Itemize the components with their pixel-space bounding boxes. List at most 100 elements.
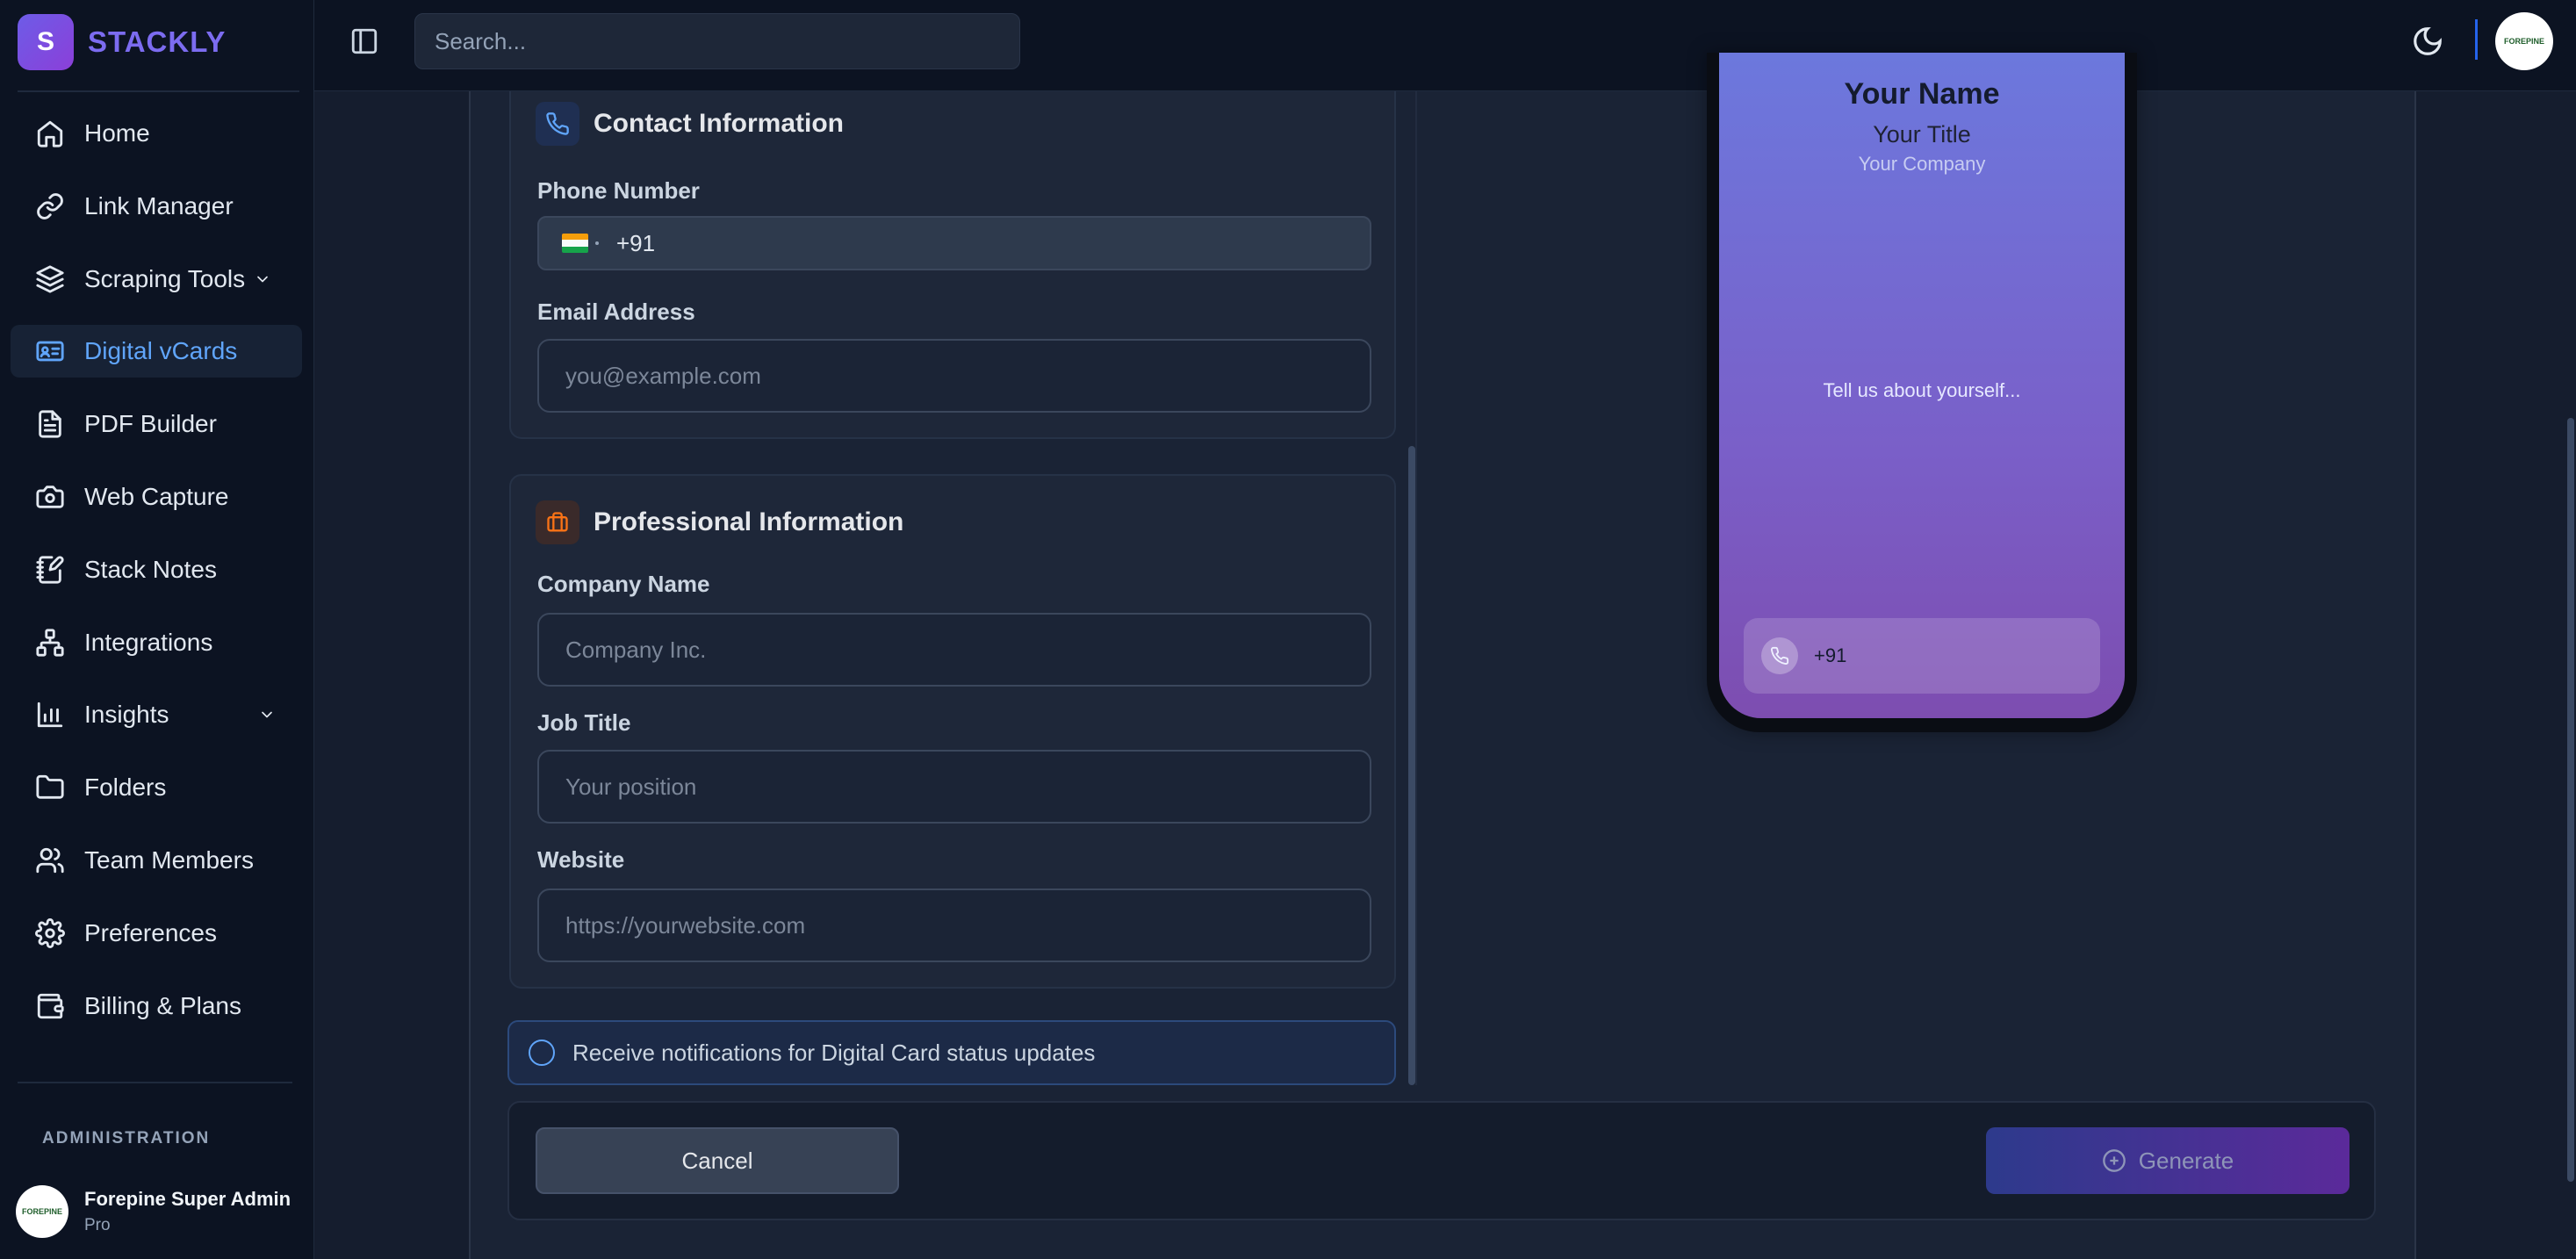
avatar[interactable]: FOREPINE	[2495, 12, 2553, 70]
section-label-administration: ADMINISTRATION	[42, 1129, 211, 1147]
notification-option[interactable]: Receive notifications for Digital Card s…	[507, 1020, 1396, 1085]
moon-icon	[2414, 27, 2442, 55]
preview-phone: +91	[1814, 644, 1847, 666]
contact-information-panel: Contact Information Phone Number +91 Ema…	[509, 91, 1396, 439]
vcard-preview-phone: Your Name Your Title Your Company Tell u…	[1707, 53, 2137, 732]
sidebar-item-integrations[interactable]: Integrations	[11, 616, 302, 669]
divider	[18, 1082, 292, 1083]
phone-label: Phone Number	[537, 177, 700, 204]
notification-radio[interactable]	[529, 1040, 555, 1066]
theme-toggle-button[interactable]	[2411, 25, 2444, 58]
topbar: FOREPINE	[314, 0, 2576, 91]
layers-icon	[36, 265, 64, 293]
sidebar-item-label: Folders	[84, 773, 167, 802]
preview-name: Your Name	[1844, 77, 2000, 111]
sidebar-item-label: PDF Builder	[84, 410, 217, 438]
search-input[interactable]	[414, 13, 1020, 69]
preview-company: Your Company	[1858, 153, 1986, 175]
chevron-down-icon	[257, 276, 268, 282]
avatar: FOREPINE	[16, 1185, 68, 1238]
country-select-indicator[interactable]	[595, 241, 599, 245]
sidebar-item-stack-notes[interactable]: Stack Notes	[11, 543, 302, 596]
sidebar-item-home[interactable]: Home	[11, 107, 302, 160]
job-title-label: Job Title	[537, 709, 631, 736]
sidebar-item-label: Digital vCards	[84, 337, 238, 365]
company-field[interactable]	[537, 613, 1371, 687]
preview-call-badge	[1761, 637, 1798, 674]
page-scrollbar[interactable]	[2567, 418, 2574, 1182]
user-plan: Pro	[84, 1216, 111, 1234]
sidebar-item-label: Integrations	[84, 628, 213, 656]
sidebar-item-label: Insights	[84, 701, 169, 729]
company-label: Company Name	[537, 571, 710, 597]
id-card-icon	[36, 342, 64, 362]
home-icon	[37, 120, 63, 147]
cancel-button[interactable]: Cancel	[536, 1127, 899, 1194]
chevron-down-icon	[262, 712, 272, 718]
notebook-pen-icon	[36, 556, 64, 584]
panel-header: Professional Information	[536, 500, 903, 544]
panel-header: Contact Information	[536, 102, 844, 146]
settings-icon	[35, 917, 65, 948]
notification-label: Receive notifications for Digital Card s…	[572, 1039, 1096, 1066]
email-field[interactable]	[537, 339, 1371, 413]
sidebar-item-scraping-tools[interactable]: Scraping Tools	[11, 253, 302, 306]
sidebar: S STACKLY Home Link Manager Scraping Too…	[0, 0, 314, 1259]
sidebar-item-web-capture[interactable]: Web Capture	[11, 471, 302, 523]
sidebar-toggle-button[interactable]	[349, 26, 379, 56]
panel-icon	[536, 102, 579, 146]
panel-title: Professional Information	[594, 507, 904, 536]
sidebar-item-digital-vcards[interactable]: Digital vCards	[11, 325, 302, 378]
brand[interactable]: S STACKLY	[18, 14, 226, 70]
preview-about: Tell us about yourself...	[1823, 379, 2021, 401]
professional-information-panel: Professional Information Company Name Jo…	[509, 474, 1396, 989]
email-label: Email Address	[537, 299, 695, 325]
divider	[18, 90, 299, 92]
network-icon	[36, 628, 64, 657]
sidebar-item-link-manager[interactable]: Link Manager	[11, 180, 302, 233]
bar-chart-icon	[37, 702, 63, 728]
folder-icon	[36, 775, 64, 799]
divider	[1415, 91, 1417, 1085]
divider	[2475, 19, 2478, 60]
briefcase-icon	[547, 512, 568, 532]
file-text-icon	[39, 410, 61, 438]
phone-field[interactable]: +91	[537, 216, 1371, 270]
sidebar-item-insights[interactable]: Insights	[11, 688, 302, 741]
users-icon	[36, 847, 64, 874]
brand-name: STACKLY	[88, 25, 227, 58]
website-field[interactable]	[537, 888, 1371, 962]
vcard-preview-screen: Your Name Your Title Your Company Tell u…	[1719, 53, 2125, 718]
action-bar: Cancel Generate	[507, 1101, 2376, 1220]
phone-code: +91	[616, 229, 656, 256]
wallet-icon	[37, 993, 64, 1018]
panel-left-icon	[351, 28, 378, 54]
sidebar-item-label: Billing & Plans	[84, 991, 241, 1019]
sidebar-item-label: Preferences	[84, 918, 217, 946]
brand-logo: S	[18, 14, 74, 70]
generate-label: Generate	[2138, 1147, 2234, 1174]
form-scrollbar[interactable]	[1408, 446, 1415, 1085]
sidebar-item-team-members[interactable]: Team Members	[11, 834, 302, 887]
sidebar-item-preferences[interactable]: Preferences	[11, 907, 302, 960]
sidebar-item-folders[interactable]: Folders	[11, 761, 302, 814]
india-flag-icon	[562, 234, 588, 253]
preview-phone-row: +91	[1744, 618, 2100, 694]
sidebar-item-pdf-builder[interactable]: PDF Builder	[11, 398, 302, 450]
sidebar-item-label: Web Capture	[84, 482, 229, 510]
user-name: Forepine Super Admin	[84, 1188, 291, 1210]
user-info: Forepine Super Admin Pro	[84, 1188, 291, 1235]
preview-title: Your Title	[1873, 121, 1971, 147]
user-profile[interactable]: FOREPINE Forepine Super Admin Pro	[16, 1185, 291, 1238]
sidebar-item-label: Stack Notes	[84, 555, 217, 583]
camera-icon	[36, 486, 64, 508]
link-icon	[37, 192, 63, 219]
sidebar-nav: Home Link Manager Scraping Tools Digital…	[11, 107, 302, 1052]
job-title-field[interactable]	[537, 750, 1371, 824]
website-label: Website	[537, 846, 625, 873]
generate-button[interactable]: Generate	[1986, 1127, 2349, 1194]
sidebar-item-billing[interactable]: Billing & Plans	[11, 980, 302, 1032]
phone-icon	[546, 112, 569, 135]
panel-icon	[536, 500, 579, 544]
sidebar-item-label: Team Members	[84, 845, 254, 874]
